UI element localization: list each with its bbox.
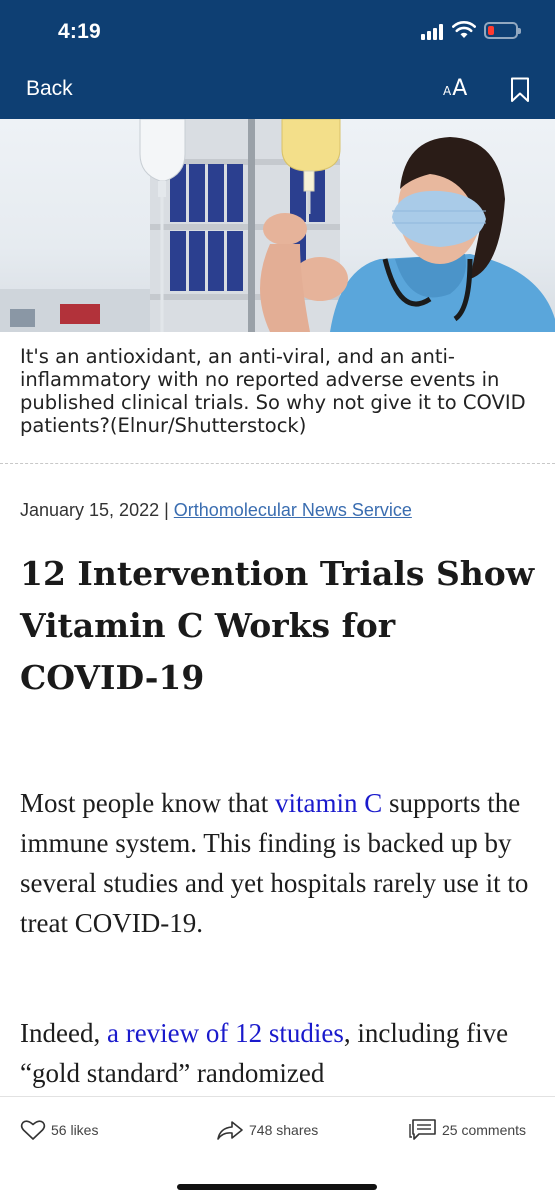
text-size-small-label: A: [443, 84, 452, 98]
share-button[interactable]: 748 shares: [216, 1117, 318, 1143]
shares-count: 748 shares: [249, 1122, 319, 1138]
meta-separator: |: [164, 500, 169, 520]
article-paragraph-1: Most people know that vitamin C supports…: [20, 783, 540, 943]
vitamin-c-link[interactable]: vitamin C: [275, 788, 382, 818]
back-button[interactable]: Back: [26, 77, 73, 101]
comments-count: 25 comments: [442, 1122, 527, 1138]
article-paragraph-2: Indeed, a review of 12 studies, includin…: [20, 1013, 540, 1093]
p1-text-a: Most people know that: [20, 788, 275, 818]
article-meta: January 15, 2022 | Orthomolecular News Ser…: [20, 500, 412, 521]
top-bar: 4:19 Back AA: [0, 0, 555, 119]
comments-button[interactable]: 25 comments: [409, 1117, 526, 1143]
wifi-icon: [452, 21, 476, 38]
like-button[interactable]: 56 likes: [20, 1117, 98, 1143]
article-date: January 15, 2022: [20, 500, 160, 520]
p2-text-a: Indeed,: [20, 1018, 107, 1048]
image-caption: It's an antioxidant, an anti-viral, and …: [20, 345, 526, 437]
heart-icon: [20, 1120, 46, 1140]
text-size-large-label: A: [452, 76, 468, 101]
battery-low-icon: [484, 22, 521, 39]
status-time: 4:19: [58, 20, 101, 43]
article-title: 12 Intervention Trials Show Vitamin C Wo…: [20, 554, 535, 697]
caption-divider: [0, 463, 555, 464]
comment-icon: [409, 1119, 436, 1140]
hero-image: [0, 119, 555, 332]
signal-bars-icon: [421, 24, 447, 40]
text-size-button[interactable]: AA: [443, 76, 467, 101]
review-link[interactable]: a review of 12 studies: [107, 1018, 344, 1048]
article-source-link[interactable]: Orthomolecular News Service: [174, 500, 412, 520]
share-arrow-icon: [217, 1121, 243, 1140]
home-indicator[interactable]: [177, 1184, 377, 1190]
bookmark-icon[interactable]: [510, 77, 530, 103]
likes-count: 56 likes: [51, 1122, 99, 1138]
